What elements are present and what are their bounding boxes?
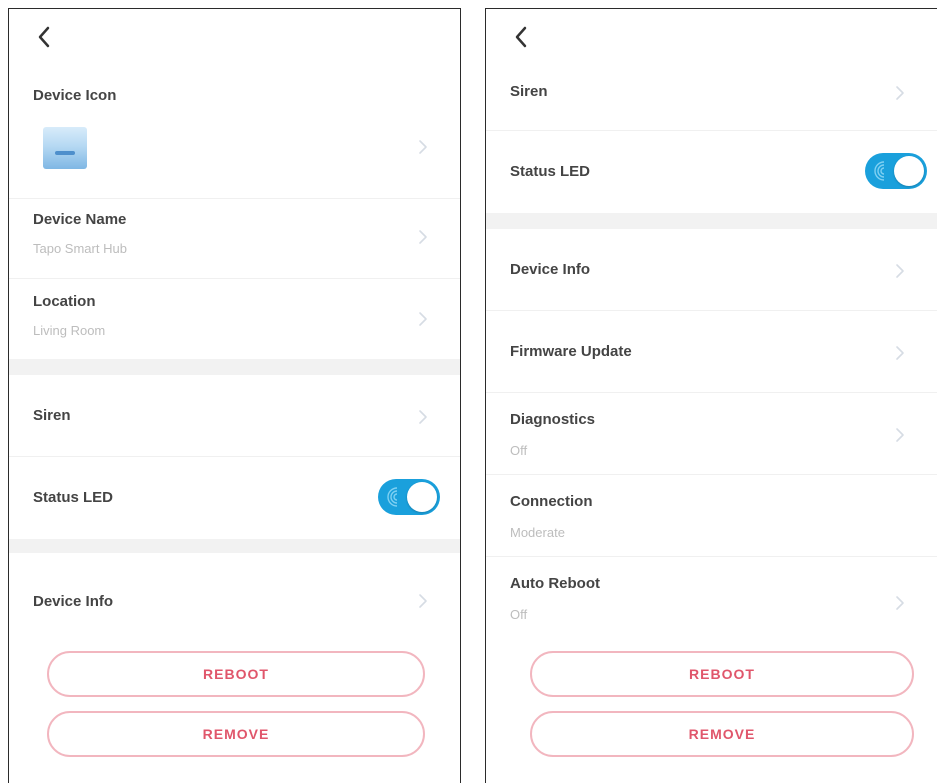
device-name-label: Device Name <box>33 211 127 228</box>
chevron-right-icon <box>419 312 427 326</box>
connection-row: Connection Moderate <box>486 475 937 557</box>
location-label: Location <box>33 293 96 310</box>
location-value: Living Room <box>33 323 106 338</box>
chevron-right-icon <box>896 346 904 360</box>
chevron-right-icon <box>419 230 427 244</box>
status-led-row: Status LED <box>486 131 937 213</box>
section-divider <box>486 213 937 229</box>
location-row[interactable]: Location Living Room <box>9 279 460 359</box>
chevron-left-icon <box>38 26 50 48</box>
device-name-row[interactable]: Device Name Tapo Smart Hub <box>9 199 460 279</box>
device-name-value: Tapo Smart Hub <box>33 241 127 256</box>
chevron-right-icon <box>419 594 427 608</box>
remove-button[interactable]: REMOVE <box>47 711 425 757</box>
section-divider <box>9 539 460 553</box>
reboot-button[interactable]: REBOOT <box>47 651 425 697</box>
chevron-left-icon <box>515 26 527 48</box>
settings-screen-left: Device Icon Device Name Tapo Smart Hub L… <box>8 8 461 783</box>
chevron-right-icon <box>896 596 904 610</box>
auto-reboot-label: Auto Reboot <box>510 575 600 592</box>
chevron-right-icon <box>896 428 904 442</box>
remove-button[interactable]: REMOVE <box>530 711 914 757</box>
device-info-row[interactable]: Device Info <box>9 553 460 635</box>
device-icon-row[interactable]: Device Icon <box>9 69 460 199</box>
diagnostics-row[interactable]: Diagnostics Off <box>486 393 937 475</box>
device-info-label: Device Info <box>510 261 591 278</box>
firmware-update-label: Firmware Update <box>510 343 632 360</box>
auto-reboot-row[interactable]: Auto Reboot Off <box>486 557 937 641</box>
siren-label: Siren <box>33 407 71 424</box>
firmware-update-row[interactable]: Firmware Update <box>486 311 937 393</box>
status-led-label: Status LED <box>33 489 114 506</box>
back-button[interactable] <box>506 19 536 55</box>
device-info-row[interactable]: Device Info <box>486 229 937 311</box>
auto-reboot-value: Off <box>510 607 528 622</box>
back-button[interactable] <box>29 19 59 55</box>
hub-device-icon <box>43 127 87 169</box>
status-led-toggle[interactable] <box>865 153 927 189</box>
status-led-row: Status LED <box>9 457 460 539</box>
chevron-right-icon <box>419 410 427 424</box>
connection-value: Moderate <box>510 525 565 540</box>
status-led-toggle[interactable] <box>378 479 440 515</box>
reboot-button[interactable]: REBOOT <box>530 651 914 697</box>
diagnostics-value: Off <box>510 443 528 458</box>
siren-row[interactable]: Siren <box>9 375 460 457</box>
connection-label: Connection <box>510 493 593 510</box>
toggle-knob <box>894 156 924 186</box>
toggle-knob <box>407 482 437 512</box>
section-divider <box>9 359 460 375</box>
chevron-right-icon <box>419 140 427 154</box>
chevron-right-icon <box>896 86 904 100</box>
siren-label: Siren <box>510 83 548 100</box>
chevron-right-icon <box>896 264 904 278</box>
device-info-label: Device Info <box>33 593 114 610</box>
device-icon-label: Device Icon <box>33 87 117 104</box>
diagnostics-label: Diagnostics <box>510 411 596 428</box>
settings-screen-right: Siren Status LED Device Info Firmware Up… <box>485 8 937 783</box>
siren-row[interactable]: Siren <box>486 55 937 131</box>
status-led-label: Status LED <box>510 163 591 180</box>
